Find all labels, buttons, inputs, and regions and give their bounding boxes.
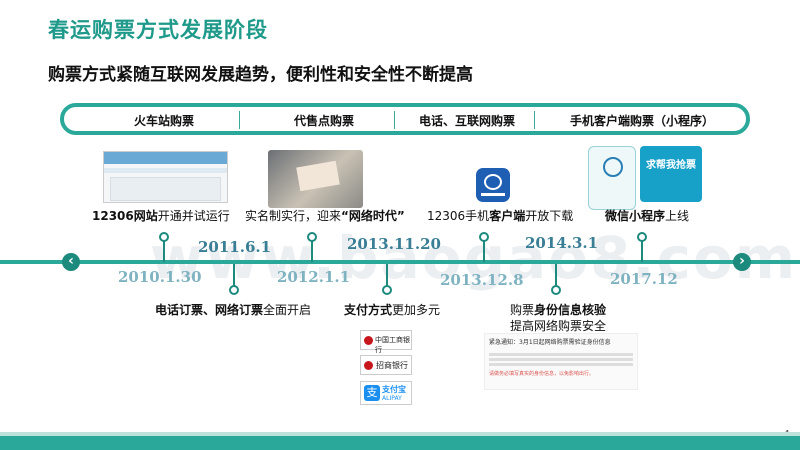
timeline-dot	[479, 232, 489, 242]
alipay-logo: 支 支付宝 ALIPAY	[360, 381, 412, 405]
icbc-logo: 中国工商银行	[360, 330, 412, 354]
cmb-logo: 招商银行	[360, 355, 412, 375]
stage-bar: 火车站购票 代售点购票 电话、互联网购票 手机客户端购票（小程序）	[60, 103, 750, 135]
year-2010: 2010.1.30	[118, 268, 202, 286]
year-2014: 2014.3.1	[525, 234, 599, 252]
timeline-next-icon[interactable]: ›	[733, 253, 751, 271]
stage-agency: 代售点购票	[293, 114, 354, 128]
timeline-tick	[311, 240, 313, 262]
phone-screenshot	[588, 146, 636, 210]
stage-divider	[239, 111, 240, 129]
stage-divider	[534, 111, 535, 129]
page-title: 春运购票方式发展阶段	[48, 18, 268, 42]
website-screenshot	[103, 151, 228, 203]
event-miniprogram: 微信小程序上线	[605, 209, 690, 223]
event-id-verification: 购票身份信息核验	[510, 303, 607, 317]
stage-divider	[394, 111, 395, 129]
verification-notice: 紧急通知：3月1日起网络购票需验证身份信息 请做务必填写真实的身份信息，以免影响…	[484, 333, 638, 390]
stage-mobile: 手机客户端购票（小程序）	[569, 114, 714, 128]
footer-band	[0, 436, 800, 450]
stage-phone-internet: 电话、互联网购票	[418, 114, 515, 128]
timeline-tick	[555, 264, 557, 286]
wechat-miniprogram-card: 求帮我抢票	[640, 146, 702, 202]
timeline-line	[0, 260, 800, 264]
event-real-name: 实名制实行，迎来“网络时代”	[245, 209, 405, 223]
page-subtitle: 购票方式紧随互联网发展趋势，便利性和安全性不断提高	[48, 65, 473, 85]
timeline-tick	[163, 240, 165, 262]
stage-station: 火车站购票	[133, 114, 194, 128]
timeline-dot	[382, 285, 392, 295]
timeline-dot	[159, 232, 169, 242]
event-id-verification-line2: 提高网络购票安全	[510, 319, 607, 333]
12306-app-icon	[476, 168, 510, 202]
event-website-launch: 12306网站开通并试运行	[92, 209, 230, 223]
timeline-dot	[551, 285, 561, 295]
timeline-dot	[637, 232, 647, 242]
wechat-card-title: 求帮我抢票	[646, 160, 696, 171]
event-payment-methods: 支付方式更加多元	[344, 303, 441, 317]
year-2011: 2011.6.1	[198, 238, 272, 256]
timeline-prev-icon[interactable]: ‹	[62, 253, 80, 271]
year-2012: 2012.1.1	[277, 268, 351, 286]
timeline-tick	[386, 264, 388, 286]
timeline-tick	[233, 264, 235, 286]
timeline-dot	[307, 232, 317, 242]
event-phone-online-booking: 电话订票、网络订票全面开启	[155, 303, 312, 317]
year-2013-nov: 2013.11.20	[347, 235, 441, 253]
event-app-download: 12306手机客户端开放下载	[427, 209, 574, 223]
timeline-tick	[641, 240, 643, 262]
timeline-tick	[483, 240, 485, 262]
timeline-dot	[229, 285, 239, 295]
ticket-photo	[268, 150, 363, 208]
year-2013-dec: 2013.12.8	[440, 271, 524, 289]
year-2017: 2017.12	[610, 270, 678, 288]
